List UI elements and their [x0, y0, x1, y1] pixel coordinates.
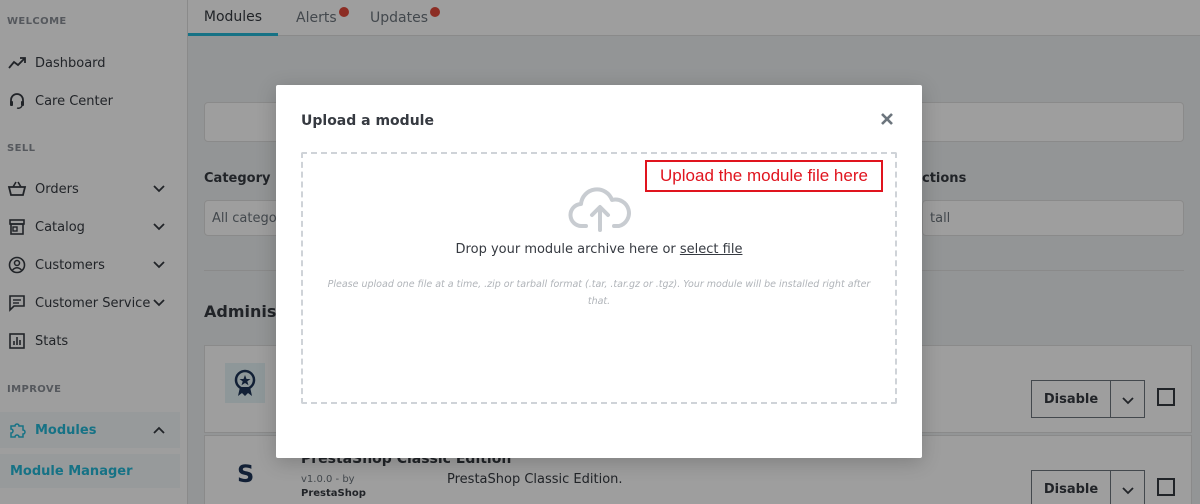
close-icon[interactable] [876, 108, 898, 130]
cloud-upload-icon [568, 182, 632, 234]
select-file-link[interactable]: select file [680, 242, 743, 257]
annotation-callout: Upload the module file here [645, 160, 883, 192]
upload-hint: Please upload one file at a time, .zip o… [327, 279, 871, 307]
upload-module-modal: Upload a module Drop your module archive… [276, 85, 922, 458]
drop-instructions: Drop your module archive here or select … [303, 242, 895, 257]
modal-title: Upload a module [301, 113, 434, 129]
drop-text: Drop your module archive here or [455, 242, 676, 257]
